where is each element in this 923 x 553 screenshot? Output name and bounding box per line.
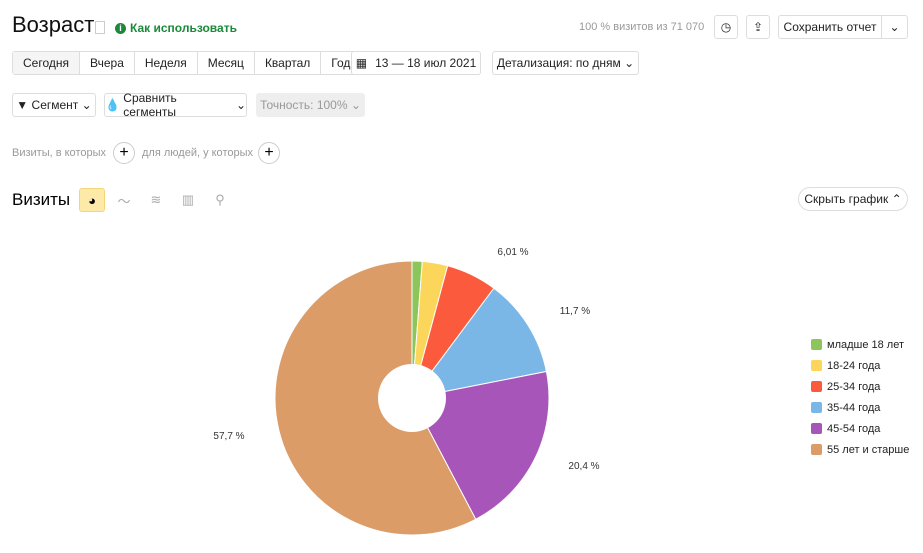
legend-item[interactable]: 35-44 года [811, 397, 909, 418]
legend-label: младше 18 лет [827, 338, 905, 351]
legend-label: 45-54 года [827, 422, 881, 435]
legend-item[interactable]: 45-54 года [811, 418, 909, 439]
chart-legend: младше 18 лет 18-24 года 25-34 года 35-4… [811, 334, 909, 460]
legend-swatch [811, 444, 822, 455]
pie-chart: 6,01 % 11,7 % 20,4 % 57,7 % [213, 247, 600, 536]
legend-swatch [811, 381, 822, 392]
legend-swatch [811, 423, 822, 434]
legend-item[interactable]: 18-24 года [811, 355, 909, 376]
legend-label: 25-34 года [827, 380, 881, 393]
legend-item[interactable]: 25-34 года [811, 376, 909, 397]
data-label: 57,7 % [213, 431, 244, 442]
data-label: 11,7 % [560, 306, 590, 317]
legend-swatch [811, 402, 822, 413]
legend-label: 55 лет и старше [827, 443, 910, 456]
legend-label: 18-24 года [827, 359, 881, 372]
data-label: 6,01 % [497, 247, 528, 258]
legend-swatch [811, 339, 822, 350]
data-label: 20,4 % [568, 461, 599, 472]
legend-swatch [811, 360, 822, 371]
legend-item[interactable]: младше 18 лет [811, 334, 909, 355]
legend-item[interactable]: 55 лет и старше [811, 439, 909, 460]
donut-hole [378, 364, 446, 432]
legend-label: 35-44 года [827, 401, 881, 414]
